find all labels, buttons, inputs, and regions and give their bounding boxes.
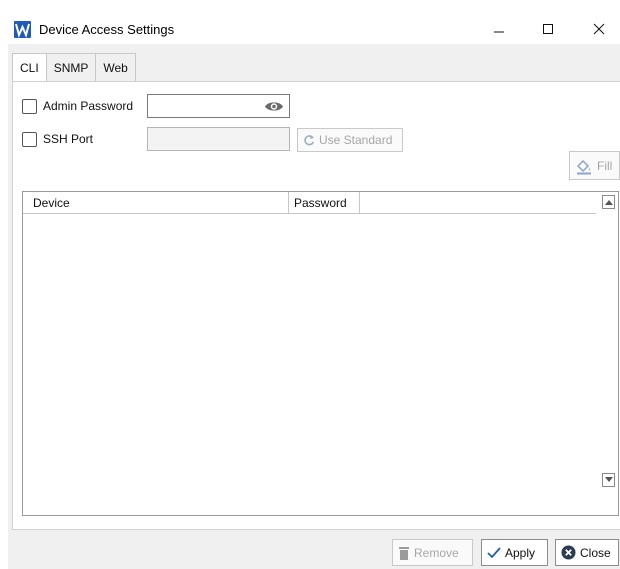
device-password-grid[interactable]: Device Password: [22, 191, 619, 516]
checkmark-icon: [487, 546, 501, 558]
window-close-button[interactable]: [576, 14, 620, 44]
close-button[interactable]: Close: [555, 539, 619, 566]
grid-header: Device Password: [23, 192, 596, 214]
arrow-down-icon: [604, 477, 613, 482]
ssh-port-label: SSH Port: [43, 132, 94, 146]
eye-icon[interactable]: [264, 100, 284, 116]
close-icon: [593, 23, 605, 35]
scroll-up-button[interactable]: [602, 195, 615, 209]
admin-password-checkbox[interactable]: [22, 99, 37, 114]
scroll-down-button[interactable]: [602, 473, 615, 487]
use-standard-label: Use Standard: [319, 133, 393, 147]
maximize-icon: [543, 24, 553, 34]
tab-strip: CLI SNMP Web: [12, 53, 136, 81]
tab-web[interactable]: Web: [95, 53, 136, 81]
tab-cli[interactable]: CLI: [12, 53, 47, 81]
remove-button[interactable]: Remove: [392, 539, 473, 566]
apply-button[interactable]: Apply: [481, 539, 548, 566]
fill-button[interactable]: Fill: [569, 151, 620, 180]
tab-snmp[interactable]: SNMP: [45, 53, 97, 81]
title-bar: Device Access Settings: [0, 0, 620, 44]
refresh-icon: [304, 135, 315, 146]
close-circle-icon: [561, 545, 576, 560]
remove-label: Remove: [414, 545, 459, 560]
column-header-device[interactable]: Device: [23, 192, 289, 213]
app-logo-icon: [14, 21, 31, 38]
apply-label: Apply: [505, 545, 536, 560]
ssh-port-input[interactable]: [147, 127, 290, 151]
maximize-button[interactable]: [525, 14, 571, 44]
column-header-password[interactable]: Password: [289, 192, 360, 213]
ssh-port-checkbox[interactable]: [22, 132, 37, 147]
use-standard-button[interactable]: Use Standard: [297, 128, 403, 152]
admin-password-label: Admin Password: [43, 99, 134, 113]
window-title: Device Access Settings: [39, 22, 175, 37]
minimize-icon: [494, 31, 504, 33]
arrow-up-icon: [604, 200, 613, 205]
minimize-button[interactable]: [476, 14, 522, 44]
fill-label: Fill: [597, 158, 613, 173]
admin-password-input[interactable]: [147, 94, 290, 118]
close-label: Close: [580, 545, 611, 560]
trash-icon: [399, 546, 409, 560]
paint-bucket-icon: [576, 159, 591, 174]
